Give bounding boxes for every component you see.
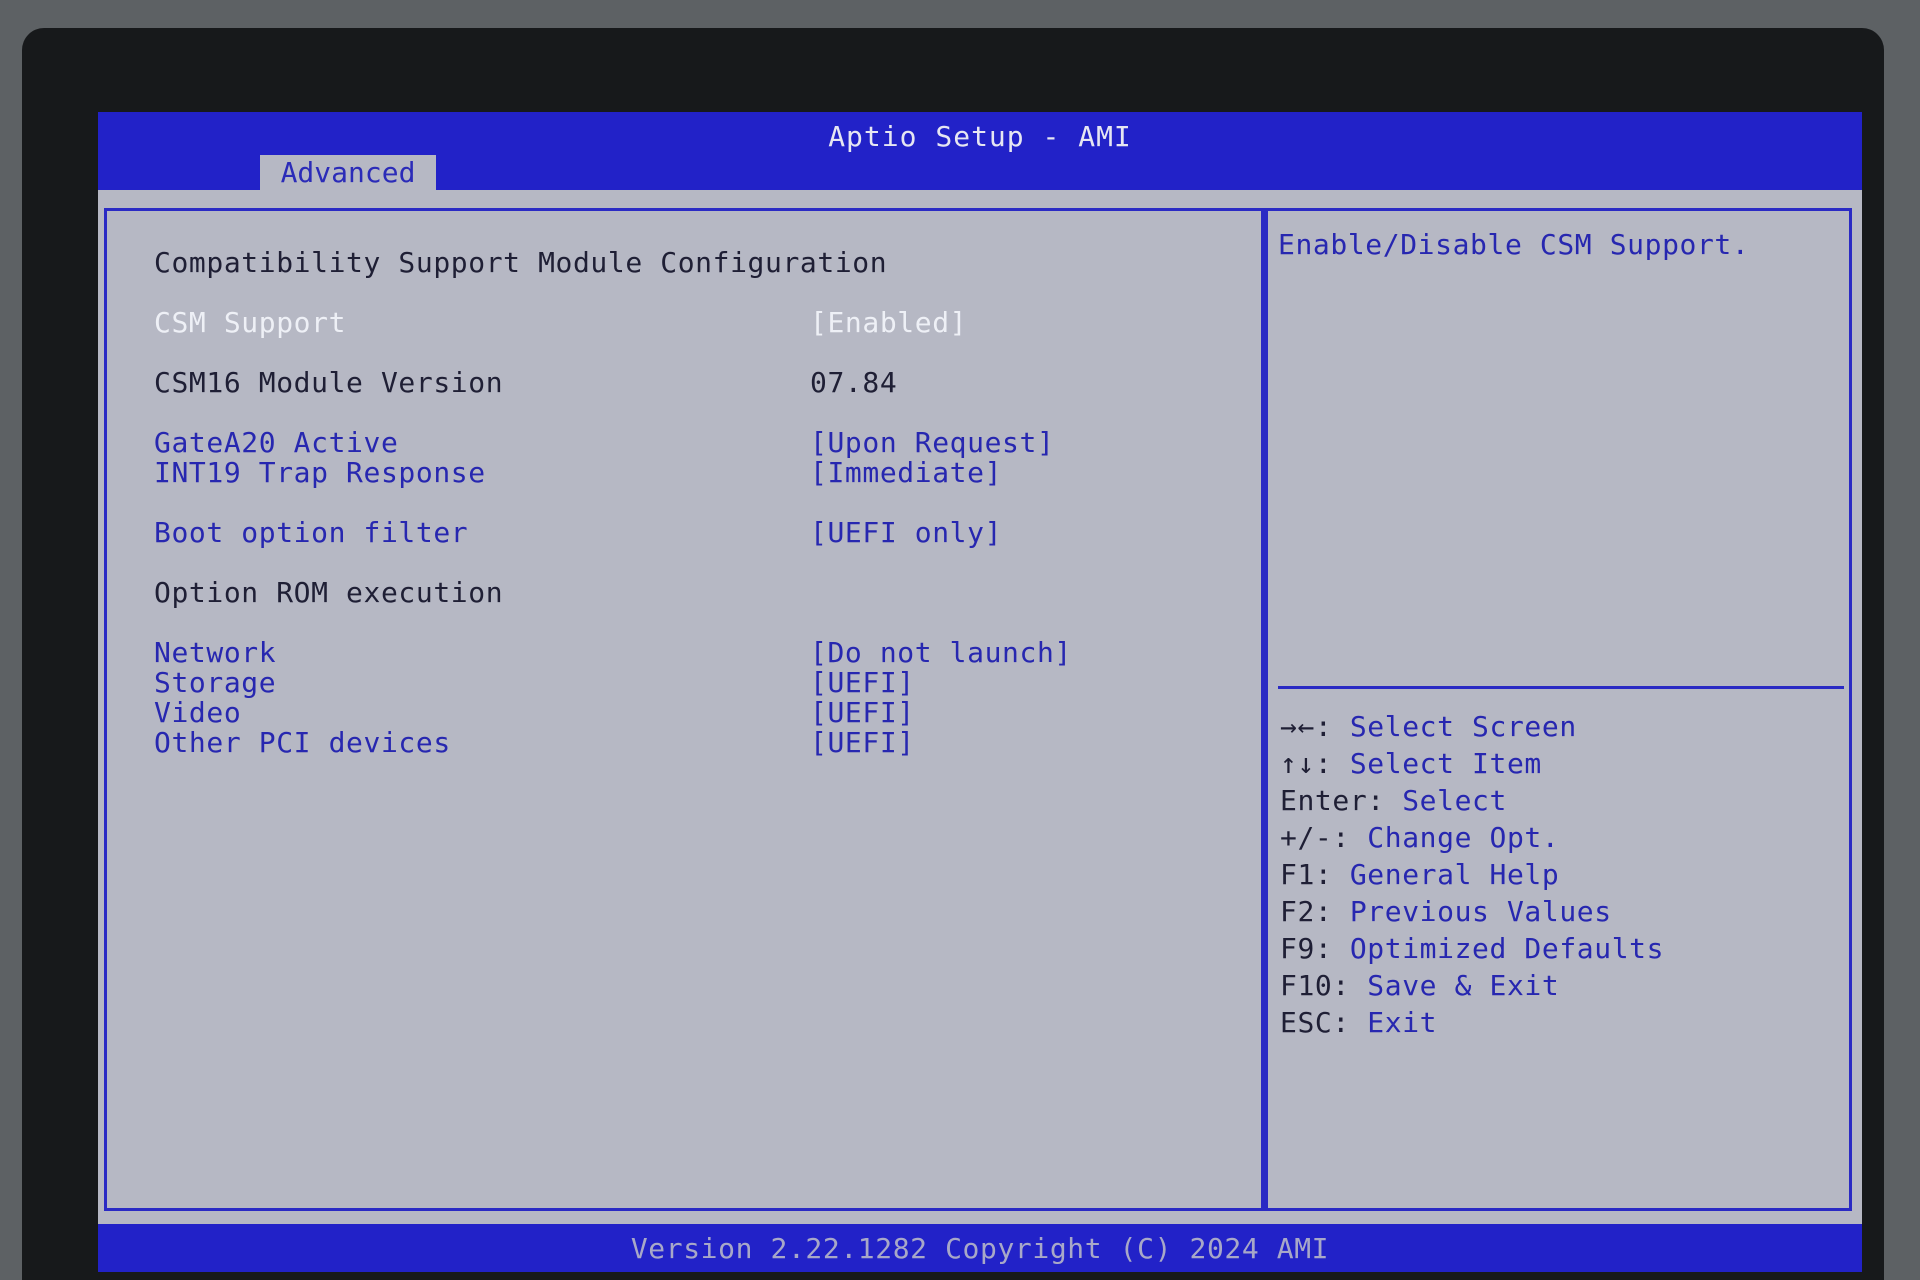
key-desc: Change Opt. bbox=[1349, 821, 1560, 854]
setting-gatea20-value[interactable]: [Upon Request] bbox=[810, 426, 1054, 459]
tab-advanced[interactable]: Advanced bbox=[260, 155, 436, 190]
csm16-version-value: 07.84 bbox=[810, 366, 898, 399]
setting-other-pci-label[interactable]: Other PCI devices bbox=[154, 726, 451, 759]
key-desc: Save & Exit bbox=[1349, 969, 1560, 1002]
key-f1: F1: bbox=[1280, 858, 1333, 891]
setting-int19-value[interactable]: [Immediate] bbox=[810, 456, 1002, 489]
key-f2: F2: bbox=[1280, 895, 1333, 928]
key-legend-item: ↑↓: Select Item bbox=[1280, 747, 1664, 784]
setting-storage-value[interactable]: [UEFI] bbox=[810, 666, 915, 699]
setting-network-label[interactable]: Network bbox=[154, 636, 276, 669]
setting-boot-filter-value[interactable]: [UEFI only] bbox=[810, 516, 1002, 549]
footer-bar: Version 2.22.1282 Copyright (C) 2024 AMI bbox=[98, 1224, 1862, 1272]
key-desc: General Help bbox=[1332, 858, 1560, 891]
key-legend-item: +/-: Change Opt. bbox=[1280, 821, 1664, 858]
bios-screen: Aptio Setup - AMI Advanced Compatibility… bbox=[98, 112, 1862, 1272]
key-esc: ESC: bbox=[1280, 1006, 1350, 1039]
setting-video-label[interactable]: Video bbox=[154, 696, 241, 729]
key-legend-item: F1: General Help bbox=[1280, 858, 1664, 895]
key-legend-item: F9: Optimized Defaults bbox=[1280, 932, 1664, 969]
key-desc: Select Item bbox=[1332, 747, 1542, 780]
key-desc: Optimized Defaults bbox=[1332, 932, 1665, 965]
version-copyright: Version 2.22.1282 Copyright (C) 2024 AMI bbox=[630, 1232, 1330, 1265]
csm16-version-label: CSM16 Module Version bbox=[154, 366, 504, 399]
help-description: Enable/Disable CSM Support. bbox=[1278, 228, 1750, 261]
setting-other-pci-value[interactable]: [UEFI] bbox=[810, 726, 915, 759]
settings-panel bbox=[104, 208, 1264, 1211]
key-legend-item: F2: Previous Values bbox=[1280, 895, 1664, 932]
key-legend-item: →←: Select Screen bbox=[1280, 710, 1664, 747]
key-desc: Exit bbox=[1349, 1006, 1438, 1039]
key-desc: Select bbox=[1384, 784, 1507, 817]
key-arrows-ud: ↑↓: bbox=[1280, 747, 1333, 780]
header-bar: Aptio Setup - AMI Advanced bbox=[98, 112, 1862, 190]
key-desc: Select Screen bbox=[1332, 710, 1577, 743]
setting-csm-support-label[interactable]: CSM Support bbox=[154, 306, 346, 339]
key-f9: F9: bbox=[1280, 932, 1333, 965]
key-desc: Previous Values bbox=[1332, 895, 1612, 928]
key-legend-item: ESC: Exit bbox=[1280, 1006, 1664, 1043]
key-arrows-lr: →←: bbox=[1280, 710, 1333, 743]
app-title: Aptio Setup - AMI bbox=[828, 120, 1132, 153]
setting-network-value[interactable]: [Do not launch] bbox=[810, 636, 1072, 669]
key-legend-item: Enter: Select bbox=[1280, 784, 1664, 821]
setting-storage-label[interactable]: Storage bbox=[154, 666, 276, 699]
key-legend: →←: Select Screen ↑↓: Select Item Enter:… bbox=[1280, 710, 1664, 1043]
setting-csm-support-value[interactable]: [Enabled] bbox=[810, 306, 967, 339]
setting-boot-filter-label[interactable]: Boot option filter bbox=[154, 516, 468, 549]
key-legend-item: F10: Save & Exit bbox=[1280, 969, 1664, 1006]
key-plus-minus: +/-: bbox=[1280, 821, 1350, 854]
setting-gatea20-label[interactable]: GateA20 Active bbox=[154, 426, 398, 459]
help-separator bbox=[1278, 686, 1844, 689]
key-enter: Enter: bbox=[1280, 784, 1385, 817]
monitor-bezel: Aptio Setup - AMI Advanced Compatibility… bbox=[22, 28, 1884, 1280]
page-title: Compatibility Support Module Configurati… bbox=[154, 246, 888, 279]
key-f10: F10: bbox=[1280, 969, 1350, 1002]
option-rom-heading: Option ROM execution bbox=[154, 576, 504, 609]
setting-video-value[interactable]: [UEFI] bbox=[810, 696, 915, 729]
setting-int19-label[interactable]: INT19 Trap Response bbox=[154, 456, 486, 489]
